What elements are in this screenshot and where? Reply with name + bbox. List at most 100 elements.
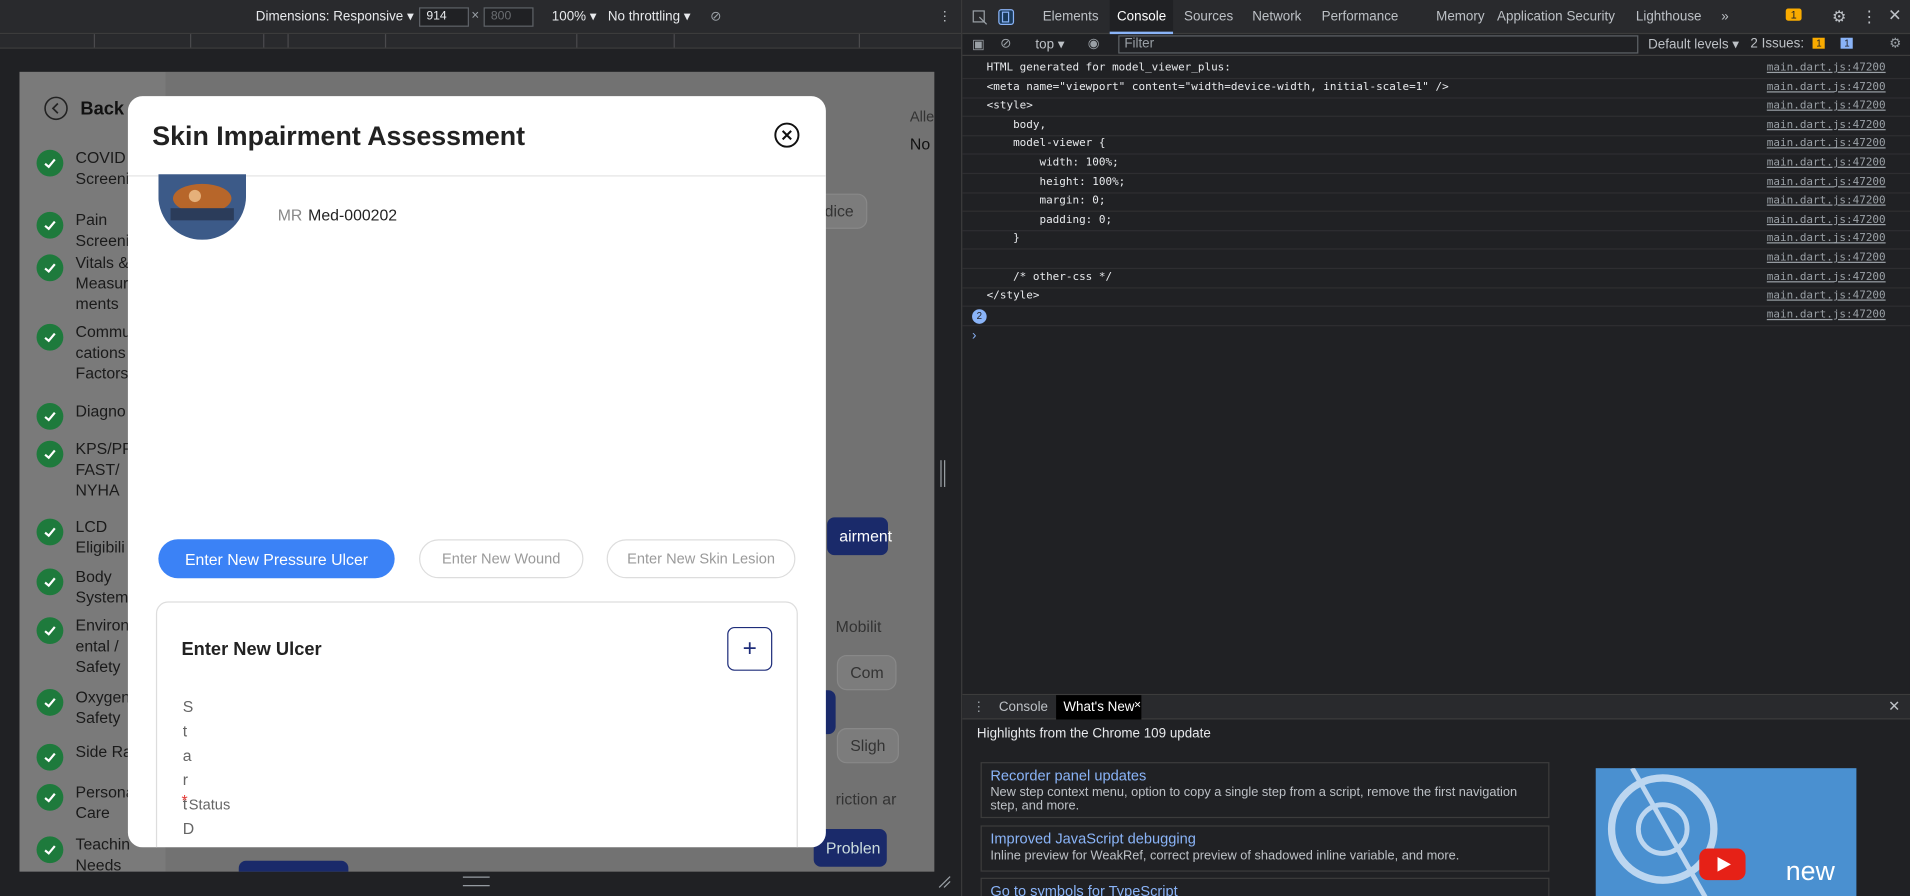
- more-options-icon[interactable]: ⋮: [938, 9, 951, 25]
- console-prompt-icon[interactable]: ›: [972, 329, 976, 344]
- times-sign: ×: [471, 8, 480, 24]
- tab-lighthouse[interactable]: Lighthouse: [1629, 0, 1709, 34]
- repeat-count-badge: 2: [972, 308, 987, 324]
- devtools-panel: Elements Console Sources Network Performance…: [961, 0, 1910, 896]
- tab-network[interactable]: Network: [1245, 0, 1309, 34]
- more-icon[interactable]: ⋮: [1861, 7, 1877, 26]
- check-icon: [36, 568, 64, 596]
- console-line: </style> main.dart.js:47200: [962, 288, 1910, 308]
- source-link[interactable]: main.dart.js:47200: [1767, 60, 1886, 78]
- vertical-label-char: S: [182, 697, 194, 716]
- source-link[interactable]: main.dart.js:47200: [1767, 98, 1886, 116]
- console-text: model-viewer {: [986, 138, 1106, 151]
- tab-security[interactable]: Security: [1559, 0, 1622, 34]
- tab-console[interactable]: Console: [1109, 0, 1174, 35]
- corner-resize-icon[interactable]: [937, 874, 952, 889]
- console-line: padding: 0; main.dart.js:47200: [962, 212, 1910, 232]
- feature-title[interactable]: Improved JavaScript debugging: [990, 830, 1539, 847]
- source-link[interactable]: main.dart.js:47200: [1767, 174, 1886, 192]
- eye-icon[interactable]: ◉: [1088, 35, 1100, 52]
- context-selector[interactable]: top ▾: [1035, 37, 1064, 53]
- source-link[interactable]: main.dart.js:47200: [1767, 212, 1886, 230]
- source-link[interactable]: main.dart.js:47200: [1767, 307, 1886, 325]
- source-link[interactable]: main.dart.js:47200: [1767, 155, 1886, 173]
- feature-card[interactable]: Improved JavaScript debugging Inline pre…: [980, 825, 1550, 872]
- device-toggle-icon[interactable]: [998, 9, 1015, 26]
- tab-elements[interactable]: Elements: [1035, 0, 1105, 34]
- console-text: <meta name="viewport" content="width=dev…: [986, 81, 1449, 94]
- bg-airment-button: airment: [827, 517, 892, 556]
- source-link[interactable]: main.dart.js:47200: [1767, 250, 1886, 268]
- console-text: height: 100%;: [986, 176, 1126, 189]
- devtools-tabbar: Elements Console Sources Network Performance…: [962, 0, 1910, 35]
- dimensions-dropdown[interactable]: Dimensions: Responsive ▾: [256, 9, 414, 25]
- sidebar-toggle-icon[interactable]: ▣: [972, 37, 985, 53]
- console-line: <style> main.dart.js:47200: [962, 98, 1910, 118]
- vertical-label-char: D: [182, 819, 195, 838]
- modal-title: Skin Impairment Assessment: [152, 120, 526, 151]
- vertical-label-char: t: [182, 721, 188, 741]
- drawer-menu-icon[interactable]: ⋮: [972, 699, 985, 715]
- patient-avatar: [158, 174, 247, 240]
- check-icon: [36, 836, 64, 864]
- height-input[interactable]: 800: [483, 7, 534, 27]
- console-text: /* other-css */: [986, 270, 1113, 284]
- feature-title[interactable]: Recorder panel updates: [990, 767, 1539, 784]
- drawer-tab-console[interactable]: Console: [992, 695, 1056, 719]
- source-link[interactable]: main.dart.js:47200: [1767, 193, 1886, 211]
- enter-new-skin-lesion-button[interactable]: Enter New Skin Lesion: [606, 539, 796, 579]
- source-link[interactable]: main.dart.js:47200: [1767, 231, 1886, 249]
- log-levels-dropdown[interactable]: Default levels ▾: [1648, 37, 1739, 53]
- back-button[interactable]: Back: [44, 96, 125, 121]
- console-settings-icon[interactable]: ⚙: [1889, 35, 1901, 52]
- tab-memory[interactable]: Memory: [1429, 0, 1492, 34]
- back-label: Back: [80, 97, 125, 119]
- tab-performance[interactable]: Performance: [1314, 0, 1405, 34]
- bottom-resize-handle[interactable]: [462, 876, 490, 887]
- source-link[interactable]: main.dart.js:47200: [1767, 136, 1886, 154]
- side-resize-handle[interactable]: [940, 460, 946, 487]
- feature-card[interactable]: Go to symbols for TypeScript: [980, 877, 1550, 896]
- console-line: <meta name="viewport" content="width=dev…: [962, 79, 1910, 99]
- rotate-icon[interactable]: ⊘: [710, 9, 721, 25]
- console-line: } main.dart.js:47200: [962, 231, 1910, 251]
- console-text: width: 100%;: [986, 157, 1119, 170]
- source-link[interactable]: main.dart.js:47200: [1767, 79, 1886, 97]
- gear-icon[interactable]: ⚙: [1832, 7, 1846, 26]
- modal-header: Skin Impairment Assessment: [127, 96, 826, 177]
- check-icon: [36, 149, 64, 177]
- issues-count[interactable]: 2 Issues:: [1750, 37, 1804, 52]
- source-link[interactable]: main.dart.js:47200: [1767, 117, 1886, 135]
- tab-[interactable]: »: [1714, 0, 1736, 34]
- source-link[interactable]: main.dart.js:47200: [1767, 269, 1886, 287]
- tab-sources[interactable]: Sources: [1177, 0, 1241, 34]
- close-drawer-icon[interactable]: ✕: [1888, 698, 1900, 715]
- console-line: main.dart.js:47200: [962, 250, 1910, 270]
- close-devtools-icon[interactable]: ✕: [1888, 6, 1901, 25]
- enter-new-pressure-ulcer-button[interactable]: Enter New Pressure Ulcer: [158, 539, 395, 579]
- width-input[interactable]: 914: [419, 7, 469, 27]
- check-icon: [36, 254, 64, 282]
- chrome-video-thumbnail[interactable]: new: [1595, 768, 1857, 896]
- source-link[interactable]: main.dart.js:47200: [1767, 288, 1886, 306]
- feature-title[interactable]: Go to symbols for TypeScript: [990, 883, 1539, 896]
- check-icon: [36, 211, 64, 239]
- feature-card[interactable]: Recorder panel updates New step context …: [980, 762, 1550, 819]
- zoom-dropdown[interactable]: 100% ▾: [552, 9, 597, 25]
- close-icon[interactable]: [773, 122, 800, 149]
- clear-console-icon[interactable]: ⊘: [1000, 35, 1011, 52]
- inspect-icon[interactable]: [972, 10, 988, 26]
- console-text: margin: 0;: [986, 195, 1106, 208]
- enter-new-wound-button[interactable]: Enter New Wound: [419, 539, 584, 579]
- issues-badge[interactable]: 1: [1785, 8, 1802, 21]
- tab-application[interactable]: Application: [1490, 0, 1570, 34]
- add-ulcer-button[interactable]: +: [727, 626, 773, 671]
- drawer-tab-whats-new[interactable]: What's New: [1056, 695, 1142, 720]
- youtube-play-icon[interactable]: [1699, 848, 1746, 881]
- throttling-dropdown[interactable]: No throttling ▾: [608, 9, 691, 25]
- issues-info-count: 1: [1840, 37, 1854, 49]
- filter-input[interactable]: Filter: [1118, 35, 1639, 54]
- mr-value: Med-000202: [308, 205, 398, 224]
- close-tab-icon[interactable]: ×: [1134, 699, 1141, 712]
- console-text: padding: 0;: [986, 214, 1113, 227]
